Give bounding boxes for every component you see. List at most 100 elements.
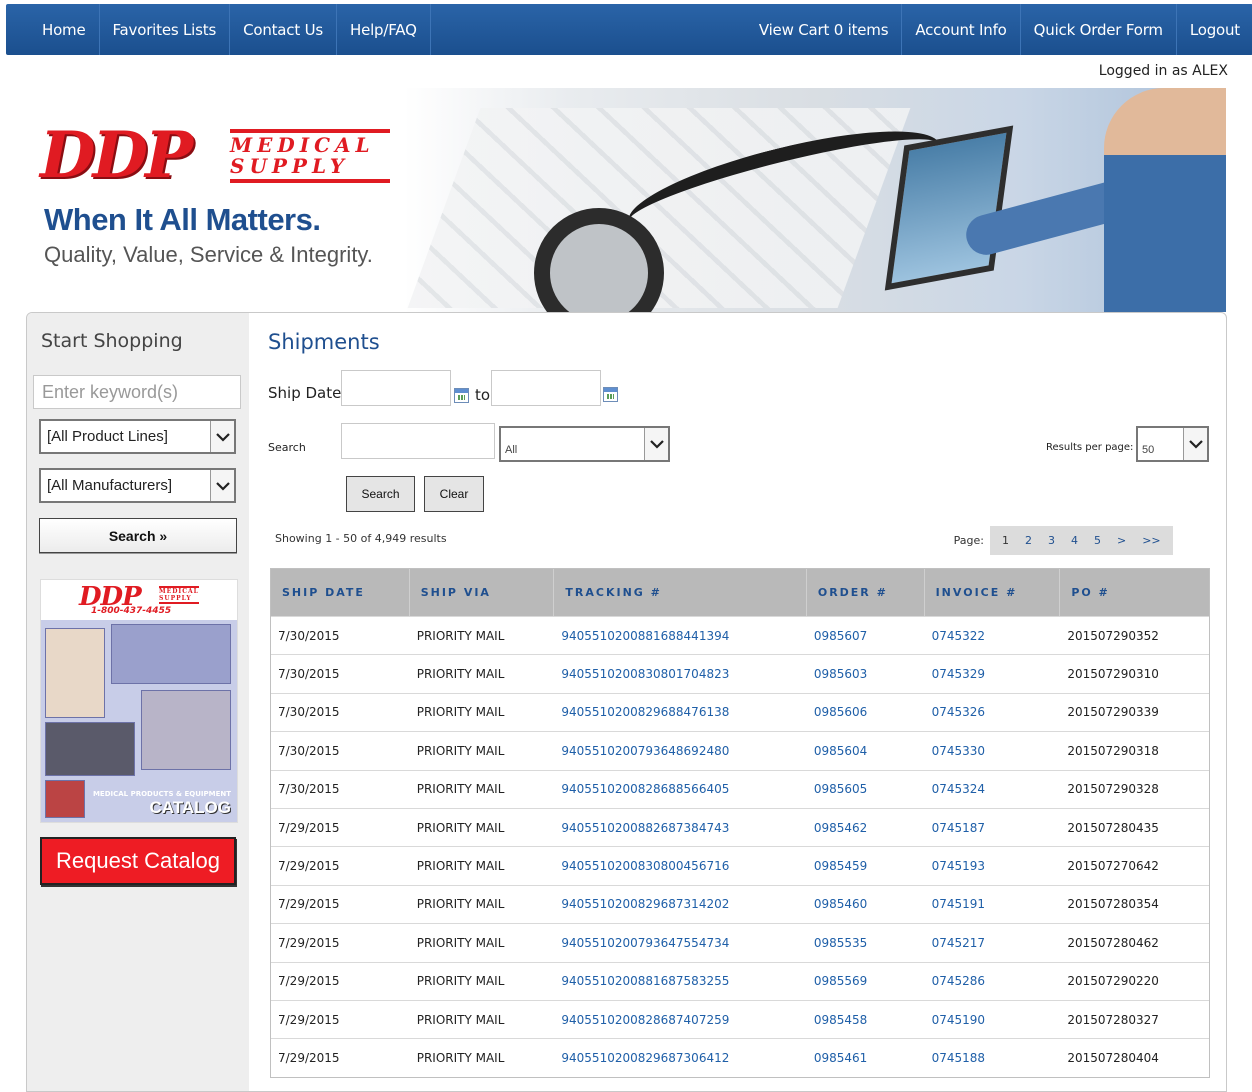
cell-tracking-link[interactable]: 9405510200793647554734 bbox=[554, 924, 806, 961]
keyword-search-input[interactable]: Enter keyword(s) bbox=[33, 375, 241, 409]
sidebar: Start Shopping Enter keyword(s) [All Pro… bbox=[27, 313, 249, 1091]
header-tracking[interactable]: TRACKING # bbox=[554, 569, 807, 616]
cell-order-link[interactable]: 0985462 bbox=[807, 809, 925, 846]
page-5[interactable]: 5 bbox=[1086, 534, 1109, 547]
cell-invoice-link[interactable]: 0745326 bbox=[925, 694, 1061, 731]
header-po[interactable]: PO # bbox=[1060, 569, 1209, 616]
nav-help-faq[interactable]: Help/FAQ bbox=[337, 4, 431, 55]
request-catalog-button[interactable]: Request Catalog bbox=[40, 837, 236, 885]
clear-button[interactable]: Clear bbox=[424, 476, 484, 512]
nav-home[interactable]: Home bbox=[6, 4, 100, 55]
cell-ship-date: 7/29/2015 bbox=[278, 935, 340, 950]
ship-date-from-input[interactable] bbox=[341, 370, 451, 406]
cell-invoice-link[interactable]: 0745322 bbox=[925, 617, 1061, 654]
cell-po: 201507290220 bbox=[1067, 974, 1159, 989]
cell-tracking-link[interactable]: 9405510200828687407259 bbox=[554, 1001, 806, 1038]
page-2[interactable]: 2 bbox=[1017, 534, 1040, 547]
cell-tracking-link[interactable]: 9405510200881687583255 bbox=[554, 963, 806, 1000]
cell-tracking-link[interactable]: 9405510200829688476138 bbox=[554, 694, 806, 731]
page-next[interactable]: > bbox=[1109, 534, 1134, 547]
to-label: to bbox=[475, 386, 491, 404]
header-order[interactable]: ORDER # bbox=[807, 569, 925, 616]
cell-tracking-link[interactable]: 9405510200830800456716 bbox=[554, 847, 806, 884]
cell-tracking-link[interactable]: 9405510200829687314202 bbox=[554, 886, 806, 923]
pagination: Page: 1 2 3 4 5 > >> bbox=[949, 526, 1207, 555]
logged-in-status: Logged in as ALEX bbox=[1098, 63, 1228, 79]
nav-right-group: View Cart 0 items Account Info Quick Ord… bbox=[746, 4, 1252, 55]
cell-po: 201507290352 bbox=[1067, 628, 1159, 643]
table-row: 7/30/2015 PRIORITY MAIL 940551020083080170… bbox=[271, 654, 1209, 693]
cell-invoice-link[interactable]: 0745217 bbox=[925, 924, 1061, 961]
cell-tracking-link[interactable]: 9405510200793648692480 bbox=[554, 732, 806, 769]
cell-invoice-link[interactable]: 0745286 bbox=[925, 963, 1061, 1000]
cell-invoice-link[interactable]: 0745324 bbox=[925, 771, 1061, 808]
cell-order-link[interactable]: 0985606 bbox=[807, 694, 925, 731]
cell-ship-via: PRIORITY MAIL bbox=[416, 667, 505, 682]
ship-date-to-input[interactable] bbox=[491, 370, 601, 406]
page-last[interactable]: >> bbox=[1134, 534, 1168, 547]
nav-quick-order-form[interactable]: Quick Order Form bbox=[1019, 4, 1176, 55]
cell-order-link[interactable]: 0985458 bbox=[807, 1001, 925, 1038]
nav-account-info[interactable]: Account Info bbox=[901, 4, 1019, 55]
cell-invoice-link[interactable]: 0745190 bbox=[925, 1001, 1061, 1038]
cell-order-link[interactable]: 0985461 bbox=[807, 1039, 925, 1076]
cell-ship-via: PRIORITY MAIL bbox=[416, 974, 505, 989]
cell-ship-date: 7/30/2015 bbox=[278, 782, 340, 797]
pagination-box: 1 2 3 4 5 > >> bbox=[990, 526, 1173, 555]
search-button[interactable]: Search bbox=[346, 476, 415, 512]
cell-ship-via: PRIORITY MAIL bbox=[416, 1012, 505, 1027]
cell-po: 201507280354 bbox=[1067, 897, 1159, 912]
nav-favorites-lists[interactable]: Favorites Lists bbox=[100, 4, 231, 55]
nav-contact-us[interactable]: Contact Us bbox=[230, 4, 337, 55]
cell-order-link[interactable]: 0985603 bbox=[807, 655, 925, 692]
calendar-icon[interactable] bbox=[454, 388, 469, 403]
header-invoice[interactable]: INVOICE # bbox=[925, 569, 1061, 616]
cell-invoice-link[interactable]: 0745188 bbox=[925, 1039, 1061, 1076]
cell-order-link[interactable]: 0985604 bbox=[807, 732, 925, 769]
cell-tracking-link[interactable]: 9405510200881688441394 bbox=[554, 617, 806, 654]
chevron-down-icon bbox=[644, 428, 668, 460]
results-per-page-select[interactable]: 50 bbox=[1136, 426, 1209, 462]
cell-ship-via: PRIORITY MAIL bbox=[416, 820, 505, 835]
cell-invoice-link[interactable]: 0745187 bbox=[925, 809, 1061, 846]
catalog-image[interactable]: DDP MEDICAL SUPPLY 1-800-437-4455 MEDICA… bbox=[40, 579, 238, 823]
cell-invoice-link[interactable]: 0745191 bbox=[925, 886, 1061, 923]
nav-view-cart[interactable]: View Cart 0 items bbox=[746, 4, 901, 55]
calendar-icon[interactable] bbox=[603, 387, 618, 402]
page-4[interactable]: 4 bbox=[1063, 534, 1086, 547]
sidebar-search-button[interactable]: Search » bbox=[39, 518, 237, 553]
cell-ship-date: 7/29/2015 bbox=[278, 859, 340, 874]
cell-order-link[interactable]: 0985607 bbox=[807, 617, 925, 654]
header-ship-date[interactable]: SHIP DATE bbox=[271, 569, 410, 616]
cell-invoice-link[interactable]: 0745193 bbox=[925, 847, 1061, 884]
cell-tracking-link[interactable]: 9405510200830801704823 bbox=[554, 655, 806, 692]
cell-invoice-link[interactable]: 0745330 bbox=[925, 732, 1061, 769]
table-row: 7/29/2015 PRIORITY MAIL 940551020083080045… bbox=[271, 846, 1209, 885]
cell-order-link[interactable]: 0985569 bbox=[807, 963, 925, 1000]
product-lines-select[interactable]: [All Product Lines] bbox=[39, 419, 236, 454]
ddp-logo[interactable]: DDP MEDICAL SUPPLY bbox=[40, 124, 390, 188]
cell-order-link[interactable]: 0985605 bbox=[807, 771, 925, 808]
table-row: 7/30/2015 PRIORITY MAIL 940551020079364869… bbox=[271, 731, 1209, 770]
cell-order-link[interactable]: 0985459 bbox=[807, 847, 925, 884]
search-input[interactable] bbox=[341, 423, 495, 459]
manufacturers-select[interactable]: [All Manufacturers] bbox=[39, 468, 236, 503]
table-row: 7/30/2015 PRIORITY MAIL 940551020082968847… bbox=[271, 692, 1209, 732]
results-per-page-value: 50 bbox=[1142, 444, 1155, 456]
logo-medical-text: MEDICAL bbox=[230, 133, 375, 157]
cell-tracking-link[interactable]: 9405510200829687306412 bbox=[554, 1039, 806, 1076]
nav-logout[interactable]: Logout bbox=[1175, 4, 1252, 55]
search-field-select[interactable]: All bbox=[499, 426, 670, 462]
header-ship-via[interactable]: SHIP VIA bbox=[410, 569, 555, 616]
cell-ship-via: PRIORITY MAIL bbox=[416, 1050, 505, 1065]
cell-order-link[interactable]: 0985460 bbox=[807, 886, 925, 923]
cell-ship-via: PRIORITY MAIL bbox=[416, 705, 505, 720]
cell-tracking-link[interactable]: 9405510200882687384743 bbox=[554, 809, 806, 846]
catalog-subtitle: MEDICAL PRODUCTS & EQUIPMENT bbox=[92, 790, 231, 798]
page-1[interactable]: 1 bbox=[994, 534, 1017, 547]
cell-tracking-link[interactable]: 9405510200828688566405 bbox=[554, 771, 806, 808]
shipments-table: SHIP DATE SHIP VIA TRACKING # ORDER # IN… bbox=[270, 568, 1210, 1078]
cell-order-link[interactable]: 0985535 bbox=[807, 924, 925, 961]
page-3[interactable]: 3 bbox=[1040, 534, 1063, 547]
cell-invoice-link[interactable]: 0745329 bbox=[925, 655, 1061, 692]
